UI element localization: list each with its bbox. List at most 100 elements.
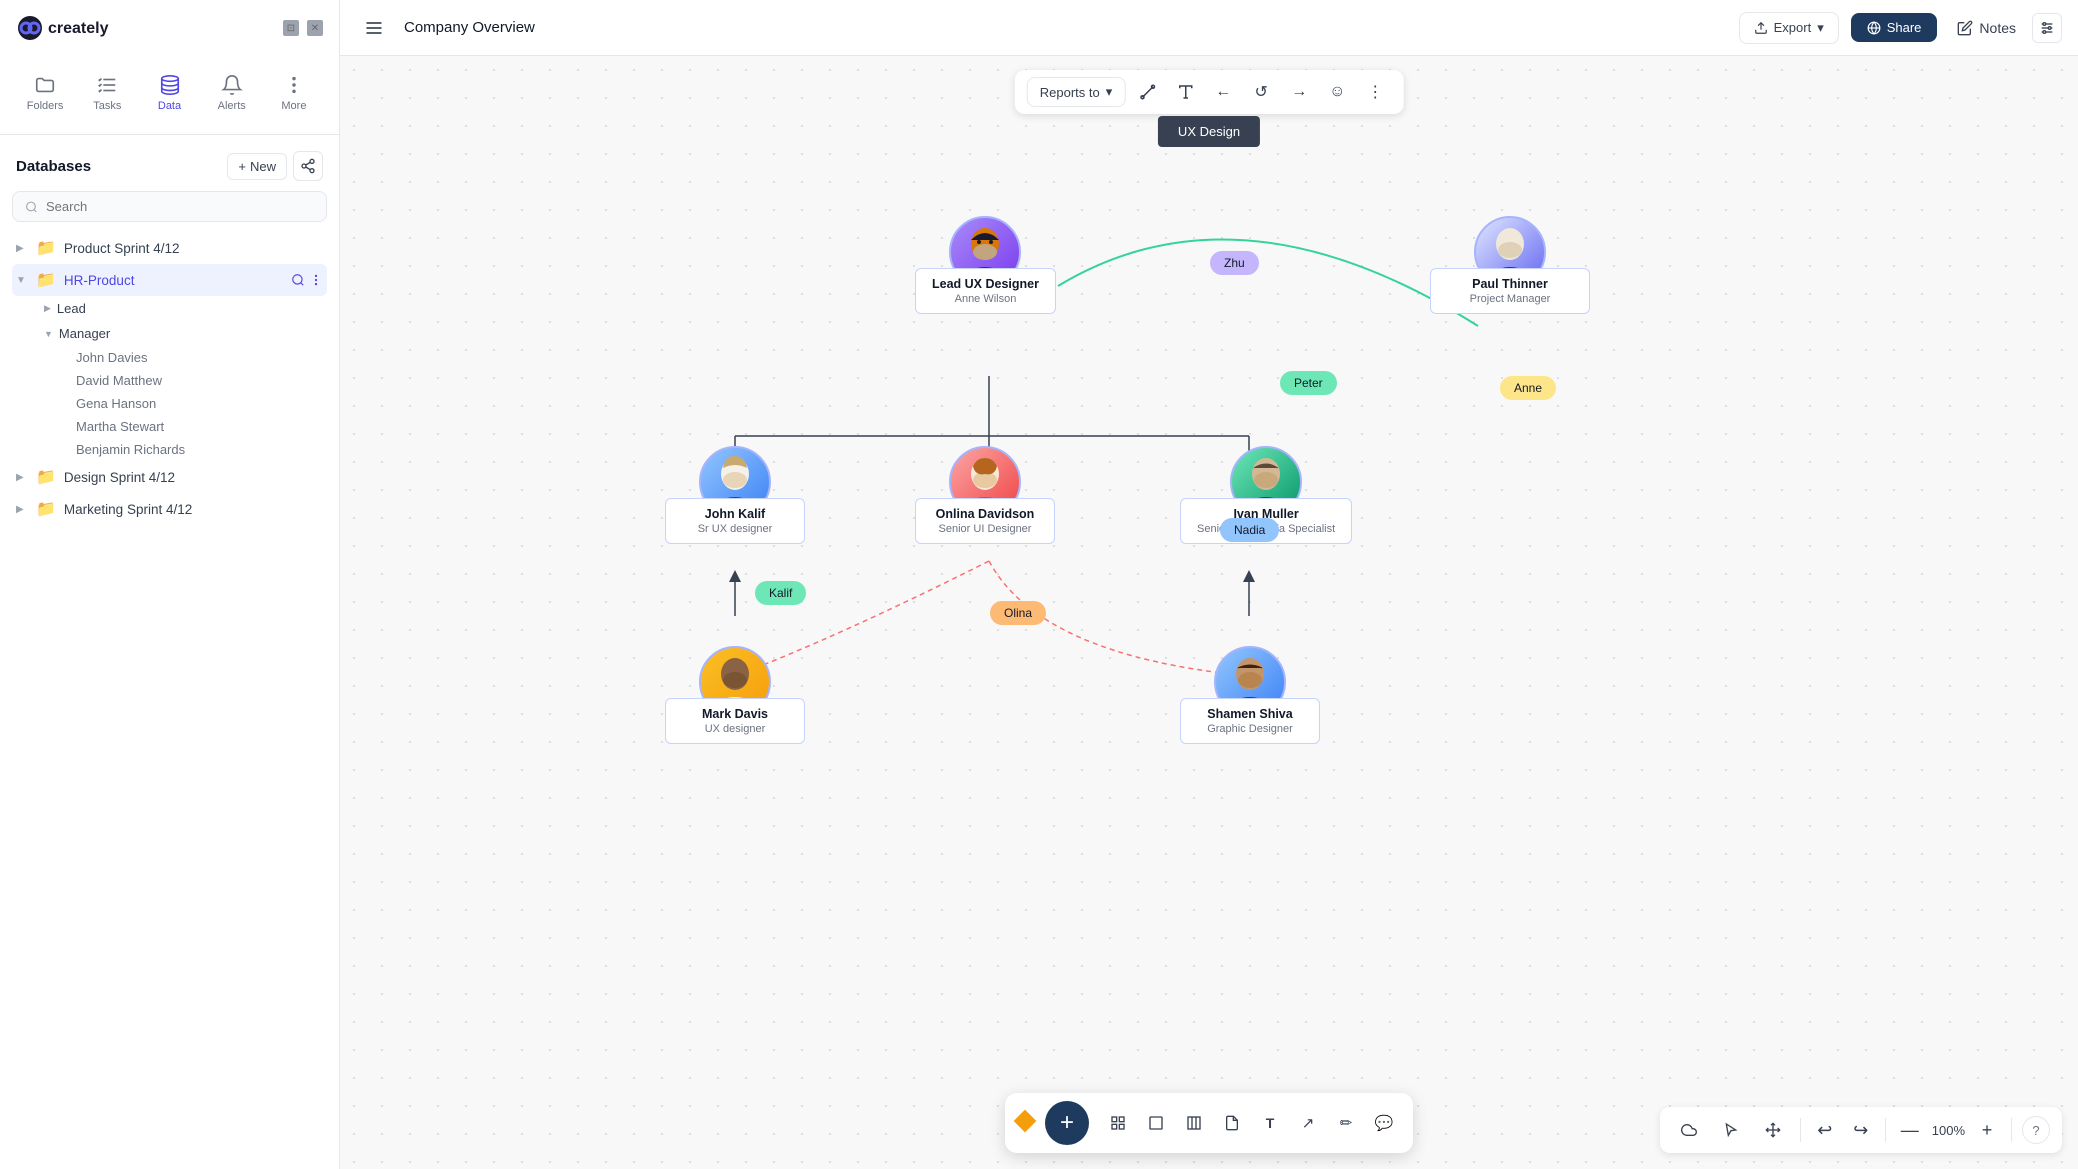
export-button[interactable]: Export ▾: [1739, 12, 1839, 44]
redo-button[interactable]: ↪: [1847, 1116, 1875, 1144]
more-folder-icon[interactable]: [309, 273, 323, 287]
refresh-button[interactable]: ↺: [1245, 76, 1277, 108]
sticky-tool-button[interactable]: [1215, 1106, 1249, 1140]
separator: [1885, 1118, 1886, 1142]
canvas-toolbar: Reports to ▾ ← ↺ → ☺ ⋮: [1015, 70, 1404, 114]
folder-actions: [291, 273, 323, 287]
logo-area: creately ⊡ ✕: [16, 14, 323, 42]
sidebar: creately ⊡ ✕ Folders Tasks: [0, 0, 340, 1169]
topbar-right: Notes: [1949, 13, 2062, 43]
diamond-indicator: [1017, 1113, 1037, 1133]
bottom-right-toolbar: ↩ ↪ — 100% + ?: [1660, 1107, 2062, 1153]
card-mark: Mark Davis UX designer: [665, 698, 805, 744]
pen-tool-button[interactable]: ✏: [1329, 1106, 1363, 1140]
text-tool-button[interactable]: T: [1253, 1106, 1287, 1140]
dropdown-chevron-icon: ▾: [1106, 84, 1113, 100]
window-controls: ⊡ ✕: [283, 20, 323, 36]
card-shamen: Shamen Shiva Graphic Designer: [1180, 698, 1320, 744]
folder-icon: 📁: [36, 467, 56, 487]
tree-item-design-sprint[interactable]: ▶ 📁 Design Sprint 4/12: [12, 461, 327, 493]
plus-icon: +: [238, 159, 246, 174]
cloud-button[interactable]: [1672, 1113, 1706, 1147]
arrow-tool-button[interactable]: ↗: [1291, 1106, 1325, 1140]
more-options-button[interactable]: ⋮: [1359, 76, 1391, 108]
grid-tool-button[interactable]: [1101, 1106, 1135, 1140]
tree-item-product-sprint[interactable]: ▶ 📁 Product Sprint 4/12: [12, 232, 327, 264]
member-john-davies[interactable]: John Davies: [56, 346, 327, 369]
maximize-button[interactable]: ⊡: [283, 20, 299, 36]
databases-title: Databases: [16, 158, 91, 175]
hamburger-button[interactable]: [356, 10, 392, 46]
zoom-out-button[interactable]: —: [1896, 1116, 1924, 1144]
zoom-in-button[interactable]: +: [1973, 1116, 2001, 1144]
nav-data[interactable]: Data: [140, 66, 198, 120]
member-david-matthew[interactable]: David Matthew: [56, 369, 327, 392]
move-button[interactable]: [1756, 1113, 1790, 1147]
bubble-zhu: Zhu: [1210, 251, 1259, 275]
db-actions: + New: [227, 151, 323, 181]
undo-button[interactable]: ↩: [1811, 1116, 1839, 1144]
folder-icon: 📁: [36, 270, 56, 290]
svg-text:creately: creately: [48, 20, 109, 37]
card-onlina: Onlina Davidson Senior UI Designer: [915, 498, 1055, 544]
folder-icon: 📁: [36, 238, 56, 258]
bubble-peter: Peter: [1280, 371, 1337, 395]
databases-section: Databases + New ▶: [0, 135, 339, 1169]
add-element-button[interactable]: +: [1045, 1101, 1089, 1145]
nav-alerts[interactable]: Alerts: [203, 66, 261, 120]
smiley-button[interactable]: ☺: [1321, 76, 1353, 108]
connections-svg: [340, 56, 2078, 1169]
zoom-level: 100%: [1932, 1123, 1965, 1138]
manager-group[interactable]: ▼ Manager: [40, 321, 327, 346]
text-format-button[interactable]: [1169, 76, 1201, 108]
connect-line-button[interactable]: [1131, 76, 1163, 108]
arrow-right-button[interactable]: →: [1283, 76, 1315, 108]
arrow-left-button[interactable]: ←: [1207, 76, 1239, 108]
search-folder-icon[interactable]: [291, 273, 305, 287]
separator: [2011, 1118, 2012, 1142]
settings-icon: [2039, 20, 2055, 36]
nav-more[interactable]: More: [265, 66, 323, 120]
nav-folders[interactable]: Folders: [16, 66, 74, 120]
member-martha-stewart[interactable]: Martha Stewart: [56, 415, 327, 438]
tree-item-marketing-sprint[interactable]: ▶ 📁 Marketing Sprint 4/12: [12, 493, 327, 525]
lead-group[interactable]: ▶ Lead: [40, 296, 327, 321]
notes-button[interactable]: Notes: [1949, 14, 2024, 42]
new-button[interactable]: + New: [227, 153, 287, 180]
logo: creately: [16, 14, 136, 42]
node-onlina-davidson[interactable]: Onlina Davidson Senior UI Designer: [915, 446, 1055, 544]
card-anne: Lead UX Designer Anne Wilson: [915, 268, 1056, 314]
nav-tasks[interactable]: Tasks: [78, 66, 136, 120]
export-icon: [1754, 21, 1768, 35]
search-input[interactable]: [46, 199, 314, 214]
member-benjamin-richards[interactable]: Benjamin Richards: [56, 438, 327, 461]
node-shamen-shiva[interactable]: Shamen Shiva Graphic Designer: [1180, 646, 1320, 744]
reports-to-dropdown[interactable]: Reports to ▾: [1027, 77, 1126, 107]
node-anne-wilson[interactable]: Lead UX Designer Anne Wilson: [915, 216, 1056, 314]
node-paul-thinner[interactable]: Paul Thinner Project Manager: [1430, 216, 1590, 314]
chevron-right-icon: ▶: [16, 504, 28, 515]
columns-tool-button[interactable]: [1177, 1106, 1211, 1140]
member-gena-hanson[interactable]: Gena Hanson: [56, 392, 327, 415]
bubble-nadia: Nadia: [1220, 518, 1279, 542]
search-icon: [25, 200, 38, 214]
bottom-toolbar: + T ↗: [1005, 1093, 1413, 1153]
chevron-right-icon: ▶: [44, 303, 51, 314]
connect-button[interactable]: [293, 151, 323, 181]
globe-icon: [1867, 21, 1881, 35]
cursor-button[interactable]: [1714, 1113, 1748, 1147]
canvas[interactable]: Reports to ▾ ← ↺ → ☺ ⋮: [340, 56, 2078, 1169]
chat-tool-button[interactable]: 💬: [1367, 1106, 1401, 1140]
ux-design-label: UX Design: [1158, 116, 1260, 147]
share-button[interactable]: Share: [1851, 13, 1938, 42]
help-button[interactable]: ?: [2022, 1116, 2050, 1144]
node-mark-davis[interactable]: Mark Davis UX designer: [665, 646, 805, 744]
tree-item-hr-product[interactable]: ▼ 📁 HR-Product: [12, 264, 327, 296]
main-area: Company Overview Export ▾ Share Notes: [340, 0, 2078, 1169]
settings-button[interactable]: [2032, 13, 2062, 43]
bubble-kalif: Kalif: [755, 581, 806, 605]
node-john-kalif[interactable]: John Kalif Sr UX designer: [665, 446, 805, 544]
close-button[interactable]: ✕: [307, 20, 323, 36]
nav-icons: Folders Tasks Data: [16, 58, 323, 124]
rect-tool-button[interactable]: [1139, 1106, 1173, 1140]
